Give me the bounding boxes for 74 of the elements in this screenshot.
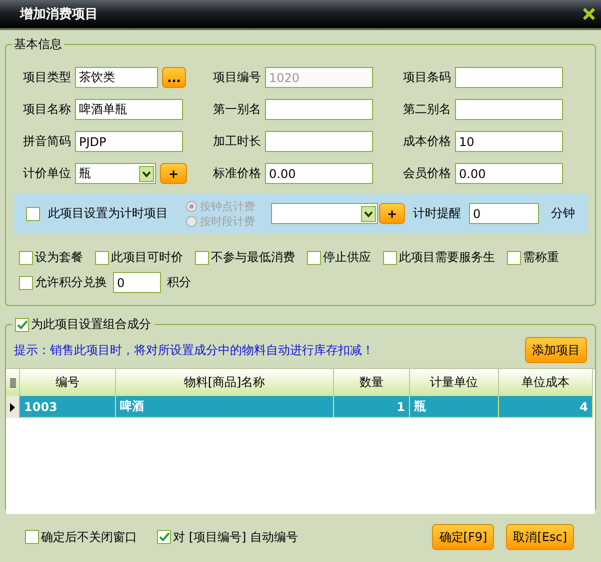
- field-label: 计价单位: [23, 165, 71, 182]
- text-field[interactable]: [455, 67, 563, 88]
- text-field[interactable]: 0.00: [265, 163, 373, 184]
- column-header[interactable]: 计量单位: [410, 369, 499, 396]
- checkbox[interactable]: [507, 250, 521, 264]
- table-cell: 4: [499, 396, 593, 418]
- text-field[interactable]: 10: [455, 131, 563, 152]
- checkbox-label: 此项目需要服务生: [399, 249, 495, 266]
- text-field[interactable]: 茶饮类: [75, 67, 158, 88]
- reminder-field[interactable]: 0: [469, 203, 539, 224]
- dialog-button[interactable]: 取消[Esc]: [506, 524, 574, 550]
- field-label: 加工时长: [213, 133, 261, 150]
- text-field[interactable]: [265, 99, 373, 120]
- unit-label: 分钟: [551, 205, 575, 222]
- add-item-button[interactable]: 添加项目: [525, 337, 587, 363]
- checkbox[interactable]: [95, 250, 109, 264]
- text-field[interactable]: 啤酒单瓶: [75, 99, 183, 120]
- dialog-button[interactable]: 确定[F9]: [432, 524, 494, 550]
- column-header[interactable]: 数量: [334, 369, 410, 396]
- column-header[interactable]: 编号: [20, 369, 116, 396]
- field-label: 项目名称: [23, 101, 71, 118]
- table-cell: 1: [334, 396, 410, 418]
- table-cell: 1003: [20, 396, 116, 418]
- checkbox[interactable]: [19, 276, 33, 290]
- field-label: 第一别名: [213, 101, 261, 118]
- checkbox-label: 此项目设置为计时项目: [48, 205, 168, 222]
- field-label: 项目编号: [213, 69, 261, 86]
- field-label: 计时提醒: [413, 205, 461, 222]
- text-field[interactable]: [265, 131, 373, 152]
- checkbox[interactable]: [157, 530, 171, 544]
- column-header[interactable]: 单位成本: [499, 369, 593, 396]
- field-label: 成本价格: [403, 133, 451, 150]
- add-button[interactable]: +: [379, 203, 405, 224]
- checkbox[interactable]: [26, 206, 40, 220]
- checkbox[interactable]: [383, 250, 397, 264]
- checkbox[interactable]: [15, 318, 29, 332]
- field-label: 拼音简码: [23, 133, 71, 150]
- text-field[interactable]: 0.00: [455, 163, 563, 184]
- checkbox-label: 允许积分兑换: [35, 274, 107, 291]
- close-icon[interactable]: [583, 8, 595, 20]
- checkbox-label: 对 [项目编号] 自动编号: [173, 528, 298, 546]
- checkbox[interactable]: [19, 250, 33, 264]
- window-title: 增加消费项目: [20, 6, 98, 23]
- row-pointer-icon: [10, 402, 15, 412]
- table-cell: 啤酒: [116, 396, 334, 418]
- field-label: 项目类型: [23, 69, 71, 86]
- browse-button[interactable]: ...: [162, 67, 186, 88]
- checkbox-label: 此项目可时价: [111, 249, 183, 266]
- field-label: 第二别名: [403, 101, 451, 118]
- unit-label: 积分: [167, 274, 191, 291]
- checkbox-label: 不参与最低消费: [211, 249, 295, 266]
- text-field[interactable]: PJDP: [75, 131, 183, 152]
- points-field[interactable]: 0: [113, 272, 161, 293]
- column-header[interactable]: 物料[商品]名称: [116, 369, 334, 396]
- group-title: 基本信息: [12, 36, 64, 53]
- hint-text: 提示：销售此项目时，将对所设置成分中的物料自动进行库存扣减！: [14, 342, 374, 358]
- checkbox-label: 为此项目设置组合成分: [31, 316, 151, 333]
- field-label: 项目条码: [403, 69, 451, 86]
- add-unit-button[interactable]: +: [160, 163, 187, 184]
- checkbox-label: 停止供应: [323, 249, 371, 266]
- checkbox[interactable]: [25, 530, 39, 544]
- checkbox-label: 需称重: [523, 249, 559, 266]
- field-label: 标准价格: [213, 165, 261, 182]
- checkbox[interactable]: [195, 250, 209, 264]
- checkbox-label: 设为套餐: [35, 249, 83, 266]
- table-cell: 瓶: [410, 396, 499, 418]
- list-icon: [10, 378, 16, 388]
- checkbox-label: 确定后不关闭窗口: [41, 528, 137, 546]
- radio-label: 按钟点计费: [200, 198, 255, 214]
- radio-label: 按时段计费: [200, 214, 255, 228]
- unit-select[interactable]: 瓶: [75, 163, 156, 184]
- field-label: 会员价格: [403, 165, 451, 182]
- text-field[interactable]: [455, 99, 563, 120]
- checkbox[interactable]: [307, 250, 321, 264]
